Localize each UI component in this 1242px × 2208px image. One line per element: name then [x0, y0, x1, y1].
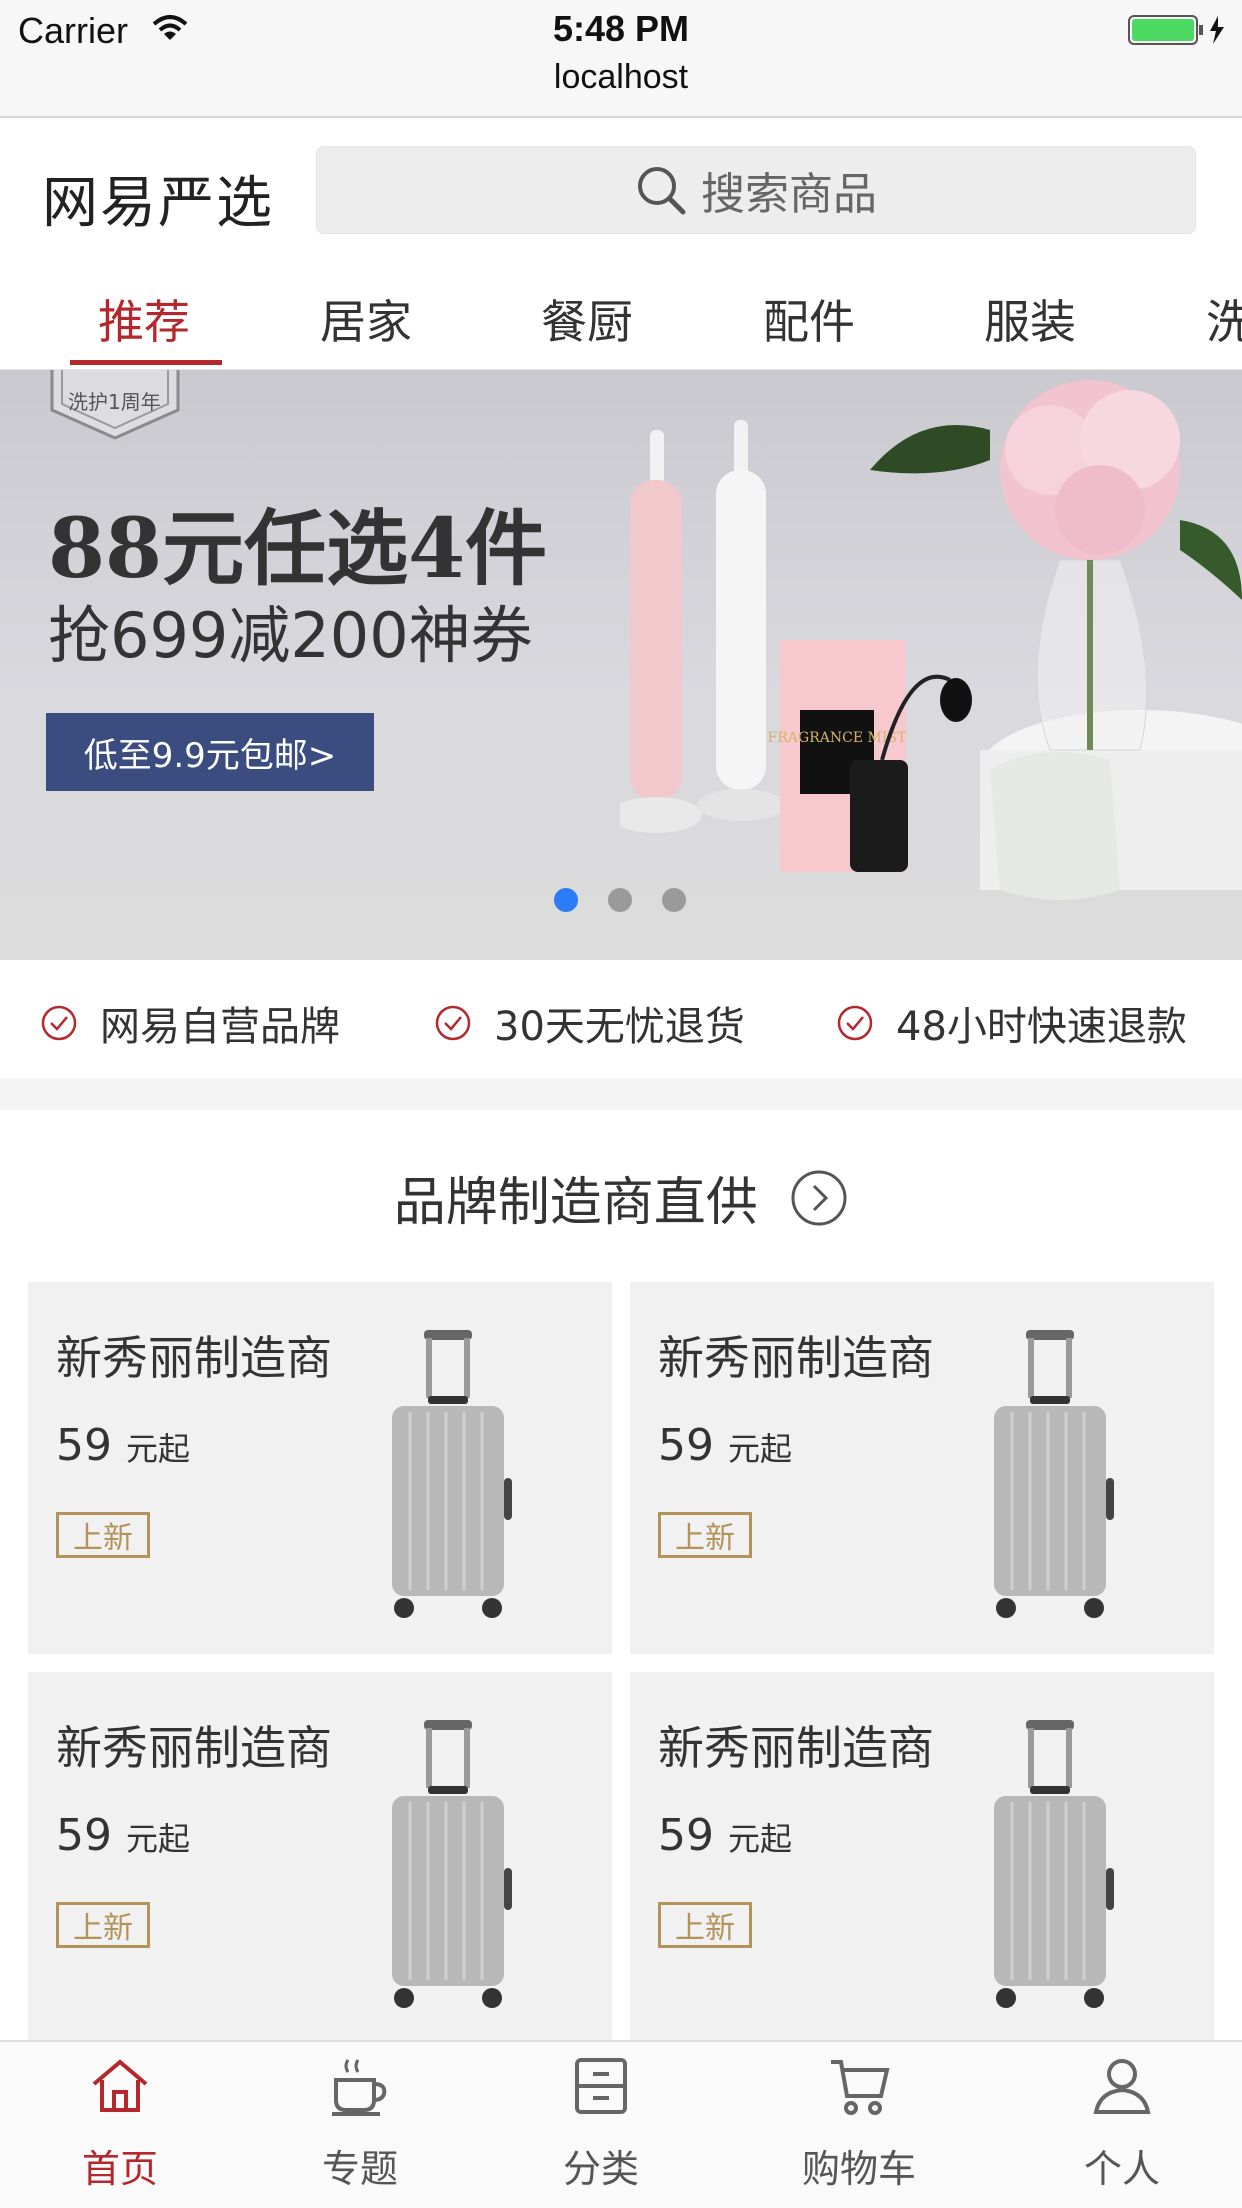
search-icon: [638, 167, 686, 215]
tabbar-item-profile[interactable]: 个人: [1032, 2054, 1212, 2193]
banner-cta-button[interactable]: 低至9.9元包邮>: [46, 713, 374, 791]
tabbar-item-category[interactable]: 分类: [511, 2054, 691, 2193]
new-tag: 上新: [658, 1512, 752, 1558]
url-label: localhost: [553, 58, 689, 96]
card-title: 新秀丽制造商: [56, 1331, 332, 1385]
anniversary-badge: [50, 370, 180, 440]
clock: 5:48 PM: [552, 8, 690, 49]
card-title: 新秀丽制造商: [658, 1721, 934, 1775]
category-tabs: 推荐 居家 餐厨 配件 服装 洗: [0, 268, 1242, 370]
card-price: 59 元起: [658, 1810, 793, 1861]
check-circle-icon: [837, 1005, 873, 1041]
bottom-tab-bar: 首页 专题 分类 购物车 个人: [0, 2040, 1242, 2208]
card-title: 新秀丽制造商: [658, 1331, 934, 1385]
new-tag: 上新: [658, 1902, 752, 1948]
banner-title: 88元任选4件: [48, 501, 548, 597]
tabbar-item-cart[interactable]: 购物车: [769, 2054, 949, 2193]
tab-clothing[interactable]: 服装: [984, 286, 1076, 352]
guarantee-item: 网易自营品牌: [40, 994, 340, 1052]
service-guarantee-bar: 网易自营品牌 30天无忧退货 48小时快速退款: [0, 960, 1242, 1078]
card-title: 新秀丽制造商: [56, 1721, 332, 1775]
coffee-cup-icon: [332, 2059, 387, 2116]
banner-subtitle: 抢699减200神券: [48, 599, 533, 672]
guarantee-item: 48小时快速退款: [836, 994, 1187, 1052]
card-price: 59 元起: [56, 1420, 191, 1471]
check-circle-icon: [41, 1005, 77, 1041]
cart-icon: [831, 2060, 890, 2115]
tabbar-item-topics[interactable]: 专题: [270, 2054, 450, 2193]
tab-accessories[interactable]: 配件: [763, 286, 855, 352]
carousel-dot[interactable]: [662, 888, 686, 912]
promo-banner[interactable]: 洗护1周年 88元任选4件 抢699减200神券 低至9.9元包邮> FRAGR…: [0, 370, 1242, 960]
badge-text: 洗护1周年: [68, 390, 161, 414]
search-bar[interactable]: 搜索商品: [316, 146, 1196, 234]
tab-wash-care[interactable]: 洗: [1206, 286, 1242, 352]
section-divider: [0, 1078, 1242, 1110]
tab-recommend[interactable]: 推荐: [98, 286, 190, 352]
check-circle-icon: [435, 1005, 471, 1041]
brand-card[interactable]: 新秀丽制造商 59 元起 上新: [630, 1282, 1214, 1654]
carousel-dot[interactable]: [608, 888, 632, 912]
card-price: 59 元起: [658, 1420, 793, 1471]
tabbar-item-home[interactable]: 首页: [30, 2054, 210, 2193]
active-tab-indicator: [70, 360, 222, 365]
app-header: 网易严选 搜索商品: [0, 118, 1242, 268]
person-icon: [1093, 2059, 1151, 2114]
status-bar: Carrier 5:48 PM localhost: [0, 0, 1242, 118]
new-tag: 上新: [56, 1512, 150, 1558]
search-placeholder: 搜索商品: [701, 169, 877, 220]
section-title: 品牌制造商直供: [393, 1173, 758, 1233]
tab-home-living[interactable]: 居家: [320, 286, 412, 352]
brand-card[interactable]: 新秀丽制造商 59 元起 上新: [28, 1282, 612, 1654]
tab-kitchen[interactable]: 餐厨: [541, 286, 633, 352]
card-price: 59 元起: [56, 1810, 191, 1861]
suitcase-image: [392, 1330, 512, 1618]
home-icon: [92, 2059, 148, 2112]
battery-icon: [1128, 15, 1224, 45]
suitcase-image: [994, 1720, 1114, 2008]
chevron-right-circle-icon[interactable]: [790, 1169, 848, 1227]
brand-card[interactable]: 新秀丽制造商 59 元起 上新: [28, 1672, 612, 2044]
logo: 网易严选: [42, 171, 274, 236]
new-tag: 上新: [56, 1902, 150, 1948]
banner-product-image: FRAGRANCE MIST: [620, 380, 1242, 900]
brand-card[interactable]: 新秀丽制造商 59 元起 上新: [630, 1672, 1214, 2044]
carousel-dot[interactable]: [554, 888, 578, 912]
section-header[interactable]: 品牌制造商直供: [0, 1160, 1242, 1235]
suitcase-image: [392, 1720, 512, 2008]
guarantee-item: 30天无忧退货: [434, 994, 745, 1052]
category-drawer-icon: [575, 2058, 627, 2114]
suitcase-image: [994, 1330, 1114, 1618]
